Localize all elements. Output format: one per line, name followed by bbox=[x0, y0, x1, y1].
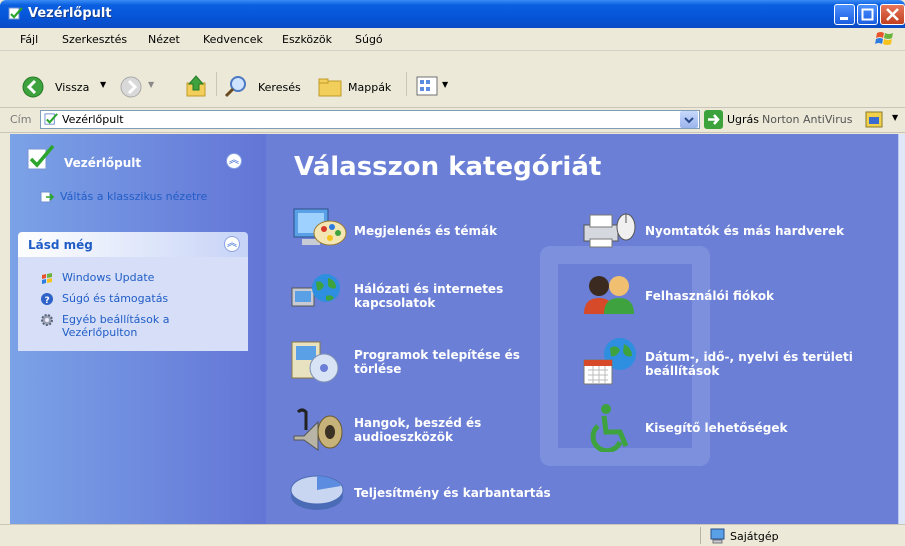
maximize-icon bbox=[861, 8, 874, 21]
address-label: Cím bbox=[10, 113, 32, 126]
network-internet-icon[interactable] bbox=[290, 270, 346, 316]
switch-to-classic-view-link[interactable]: Váltás a klasszikus nézetre bbox=[60, 190, 207, 203]
minimize-button[interactable] bbox=[834, 4, 855, 25]
views-icon[interactable] bbox=[416, 76, 438, 96]
menu-tools[interactable]: Eszközök bbox=[282, 33, 332, 46]
accessibility-icon[interactable] bbox=[580, 402, 638, 452]
forward-arrow-icon[interactable] bbox=[120, 76, 142, 98]
see-also-section-title: Lásd még bbox=[28, 238, 93, 252]
category-accessibility-options[interactable]: Kisegítő lehetőségek bbox=[645, 421, 787, 435]
category-appearance-themes[interactable]: Megjelenés és témák bbox=[354, 224, 497, 238]
vertical-scrollbar[interactable] bbox=[898, 134, 905, 524]
control-panel-section-title: Vezérlőpult bbox=[64, 156, 142, 170]
title-bar[interactable] bbox=[0, 0, 905, 28]
help-and-support-link[interactable]: Súgó és támogatás bbox=[62, 292, 168, 305]
menu-view[interactable]: Nézet bbox=[148, 33, 180, 46]
menu-bar bbox=[0, 28, 905, 51]
windows-update-link[interactable]: Windows Update bbox=[62, 271, 154, 284]
menu-file[interactable]: Fájl bbox=[20, 33, 38, 46]
sounds-speech-audio-icon[interactable] bbox=[288, 404, 348, 452]
other-control-panel-options-link[interactable]: Egyéb beállítások a Vezérlőpulton bbox=[62, 313, 222, 339]
windows-logo-icon bbox=[875, 32, 893, 45]
back-arrow-icon[interactable] bbox=[22, 76, 44, 98]
chevron-down-icon bbox=[684, 117, 694, 124]
norton-icon[interactable] bbox=[865, 111, 883, 128]
close-button[interactable] bbox=[880, 4, 905, 25]
control-panel-icon bbox=[8, 7, 23, 20]
back-dropdown-icon[interactable]: ▼ bbox=[100, 80, 106, 89]
my-computer-icon bbox=[710, 528, 725, 544]
performance-maintenance-icon[interactable] bbox=[288, 470, 346, 514]
window-title: Vezérlőpult bbox=[28, 6, 112, 21]
windows-update-icon bbox=[42, 273, 52, 284]
category-user-accounts[interactable]: Felhasználói fiókok bbox=[645, 289, 774, 303]
norton-dropdown-icon[interactable]: ▼ bbox=[892, 113, 898, 122]
category-performance-maintenance[interactable]: Teljesítmény és karbantartás bbox=[354, 486, 551, 500]
category-network-internet[interactable]: Hálózati és internetes kapcsolatok bbox=[354, 282, 554, 310]
category-sounds-speech-audio[interactable]: Hangok, beszéd és audioeszközök bbox=[354, 416, 534, 444]
close-icon bbox=[886, 8, 899, 21]
menu-edit[interactable]: Szerkesztés bbox=[62, 33, 127, 46]
forward-dropdown-icon[interactable]: ▼ bbox=[148, 80, 154, 89]
minimize-icon bbox=[840, 17, 848, 20]
go-button[interactable] bbox=[704, 110, 723, 129]
go-arrow-icon bbox=[708, 114, 720, 125]
views-dropdown-icon[interactable]: ▼ bbox=[442, 80, 448, 89]
printers-hardware-icon[interactable] bbox=[580, 205, 640, 255]
address-value[interactable]: Vezérlőpult bbox=[62, 113, 124, 126]
search-button[interactable]: Keresés bbox=[258, 81, 301, 94]
folders-button[interactable]: Mappák bbox=[348, 81, 391, 94]
collapse-chevron-icon[interactable]: ︽ bbox=[224, 236, 240, 252]
back-button[interactable]: Vissza bbox=[55, 81, 89, 94]
status-location: Sajátgép bbox=[730, 530, 779, 543]
control-panel-large-icon bbox=[27, 144, 55, 170]
category-add-remove-programs[interactable]: Programok telepítése és törlése bbox=[354, 348, 544, 376]
page-title: Válasszon kategóriát bbox=[294, 152, 602, 182]
user-accounts-icon[interactable] bbox=[580, 272, 638, 316]
gear-icon bbox=[41, 314, 53, 326]
menu-help[interactable]: Súgó bbox=[355, 33, 383, 46]
menu-favorites[interactable]: Kedvencek bbox=[203, 33, 263, 46]
search-icon[interactable] bbox=[224, 75, 248, 99]
maximize-button[interactable] bbox=[857, 4, 878, 25]
address-dropdown-button[interactable] bbox=[680, 111, 698, 128]
help-icon: ? bbox=[41, 293, 53, 306]
norton-antivirus-toolbar[interactable]: Norton AntiVirus bbox=[762, 113, 852, 126]
category-printers-hardware[interactable]: Nyomtatók és más hardverek bbox=[645, 224, 844, 238]
up-folder-icon[interactable] bbox=[185, 74, 209, 98]
appearance-themes-icon[interactable] bbox=[288, 205, 348, 255]
date-time-language-icon[interactable] bbox=[580, 336, 640, 388]
go-label[interactable]: Ugrás bbox=[727, 113, 759, 126]
add-remove-programs-icon[interactable] bbox=[288, 336, 346, 388]
collapse-chevron-icon[interactable]: ︽ bbox=[226, 153, 242, 169]
address-control-panel-icon bbox=[44, 113, 58, 125]
address-field[interactable] bbox=[40, 110, 700, 129]
classic-view-icon bbox=[40, 191, 54, 203]
category-date-time-language-regional[interactable]: Dátum-, idő-, nyelvi és területi beállít… bbox=[645, 350, 865, 378]
control-panel-window: Vezérlőpult Fájl Szerkesztés Nézet Kedve… bbox=[0, 0, 905, 546]
svg-text:?: ? bbox=[45, 296, 50, 306]
folders-icon[interactable] bbox=[318, 76, 342, 98]
